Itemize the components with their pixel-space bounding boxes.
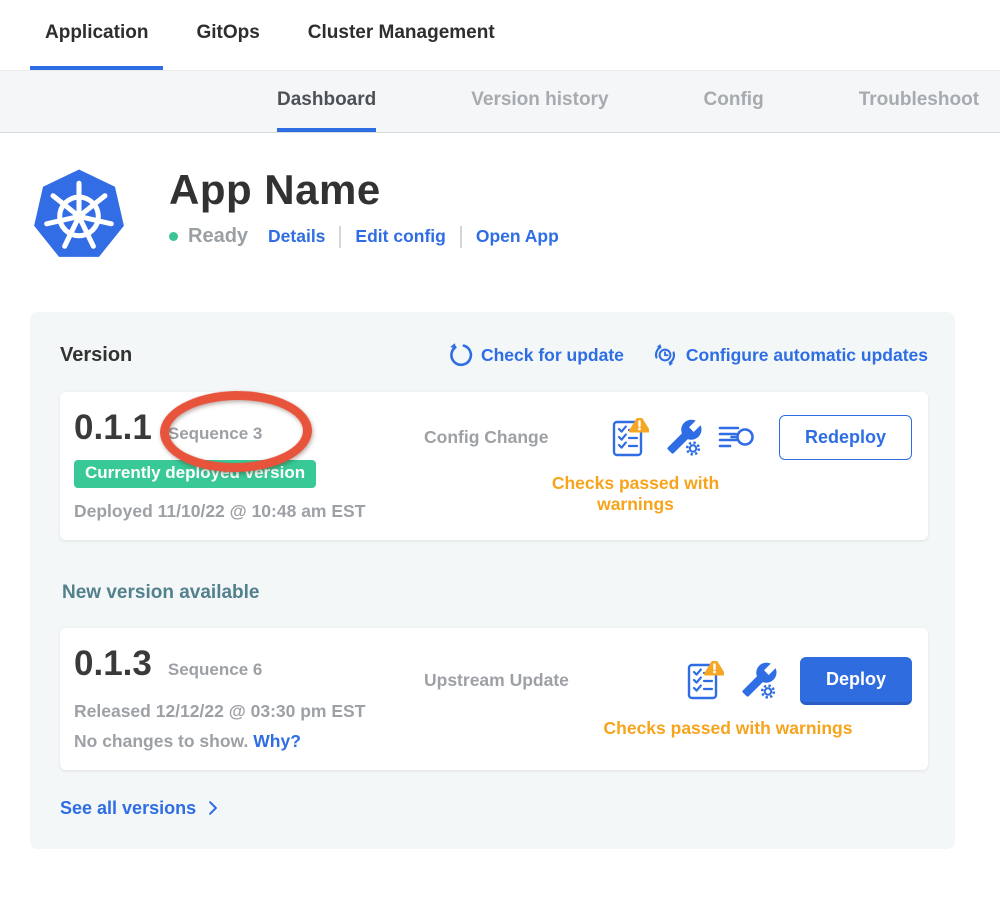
available-version-card: 0.1.3 Sequence 6 Released 12/12/22 @ 03:… <box>60 628 928 769</box>
app-title: App Name <box>169 167 559 213</box>
current-version-number: 0.1.1 <box>74 408 152 448</box>
divider <box>339 226 341 248</box>
version-source-label: Config Change <box>424 427 609 448</box>
no-changes-text: No changes to show. <box>74 731 248 751</box>
version-panel: Version Check for update Configure autom… <box>30 312 955 849</box>
edit-config-icon[interactable] <box>663 418 703 458</box>
released-timestamp: Released 12/12/22 @ 03:30 pm EST <box>74 700 424 722</box>
kubernetes-logo-icon <box>33 167 125 264</box>
new-version-heading: New version available <box>62 582 928 604</box>
check-for-update-link[interactable]: Check for update <box>447 342 624 368</box>
currently-deployed-badge: Currently deployed version <box>74 460 316 488</box>
see-all-versions-label: See all versions <box>60 798 196 819</box>
current-version-sequence: Sequence 3 <box>168 424 263 444</box>
version-panel-title: Version <box>60 344 447 367</box>
check-for-update-label: Check for update <box>481 345 624 366</box>
chevron-right-icon <box>203 798 223 818</box>
refresh-icon <box>447 342 473 368</box>
details-link[interactable]: Details <box>268 226 325 247</box>
redeploy-button[interactable]: Redeploy <box>779 415 912 460</box>
open-app-link[interactable]: Open App <box>476 226 559 247</box>
version-source-label: Upstream Update <box>424 670 684 691</box>
edit-config-icon[interactable] <box>738 661 778 701</box>
tab-troubleshoot[interactable]: Troubleshoot <box>859 71 979 132</box>
preflight-checks-icon[interactable] <box>609 418 649 458</box>
configure-automatic-updates-label: Configure automatic updates <box>686 345 928 366</box>
primary-nav: Application GitOps Cluster Management <box>0 0 1000 70</box>
schedule-update-icon <box>652 342 678 368</box>
tab-version-history[interactable]: Version history <box>471 71 608 132</box>
app-header: App Name Ready Details Edit config Open … <box>33 167 1000 264</box>
app-status: Ready <box>188 225 248 248</box>
tab-gitops[interactable]: GitOps <box>181 0 274 70</box>
tab-application[interactable]: Application <box>30 0 163 70</box>
deploy-button[interactable]: Deploy <box>800 657 912 705</box>
available-version-sequence: Sequence 6 <box>168 660 263 680</box>
tab-dashboard[interactable]: Dashboard <box>277 71 376 132</box>
tab-config[interactable]: Config <box>704 71 764 132</box>
current-version-card: 0.1.1 Sequence 3 Currently deployed vers… <box>60 392 928 540</box>
edit-config-link[interactable]: Edit config <box>355 226 445 247</box>
deployed-timestamp: Deployed 11/10/22 @ 10:48 am EST <box>74 500 424 522</box>
preflight-checks-icon[interactable] <box>684 661 724 701</box>
tab-cluster-management[interactable]: Cluster Management <box>293 0 510 70</box>
checks-status-text: Checks passed with warnings <box>424 718 912 739</box>
checks-status-text: Checks passed with warnings <box>424 473 912 515</box>
view-diff-icon[interactable] <box>717 418 757 458</box>
divider <box>460 226 462 248</box>
status-dot-icon <box>169 232 178 241</box>
see-all-versions-link[interactable]: See all versions <box>60 798 223 819</box>
configure-automatic-updates-link[interactable]: Configure automatic updates <box>652 342 928 368</box>
available-version-number: 0.1.3 <box>74 644 152 684</box>
app-sub-nav: Dashboard Version history Config Trouble… <box>0 70 1000 133</box>
why-link[interactable]: Why? <box>253 731 301 751</box>
